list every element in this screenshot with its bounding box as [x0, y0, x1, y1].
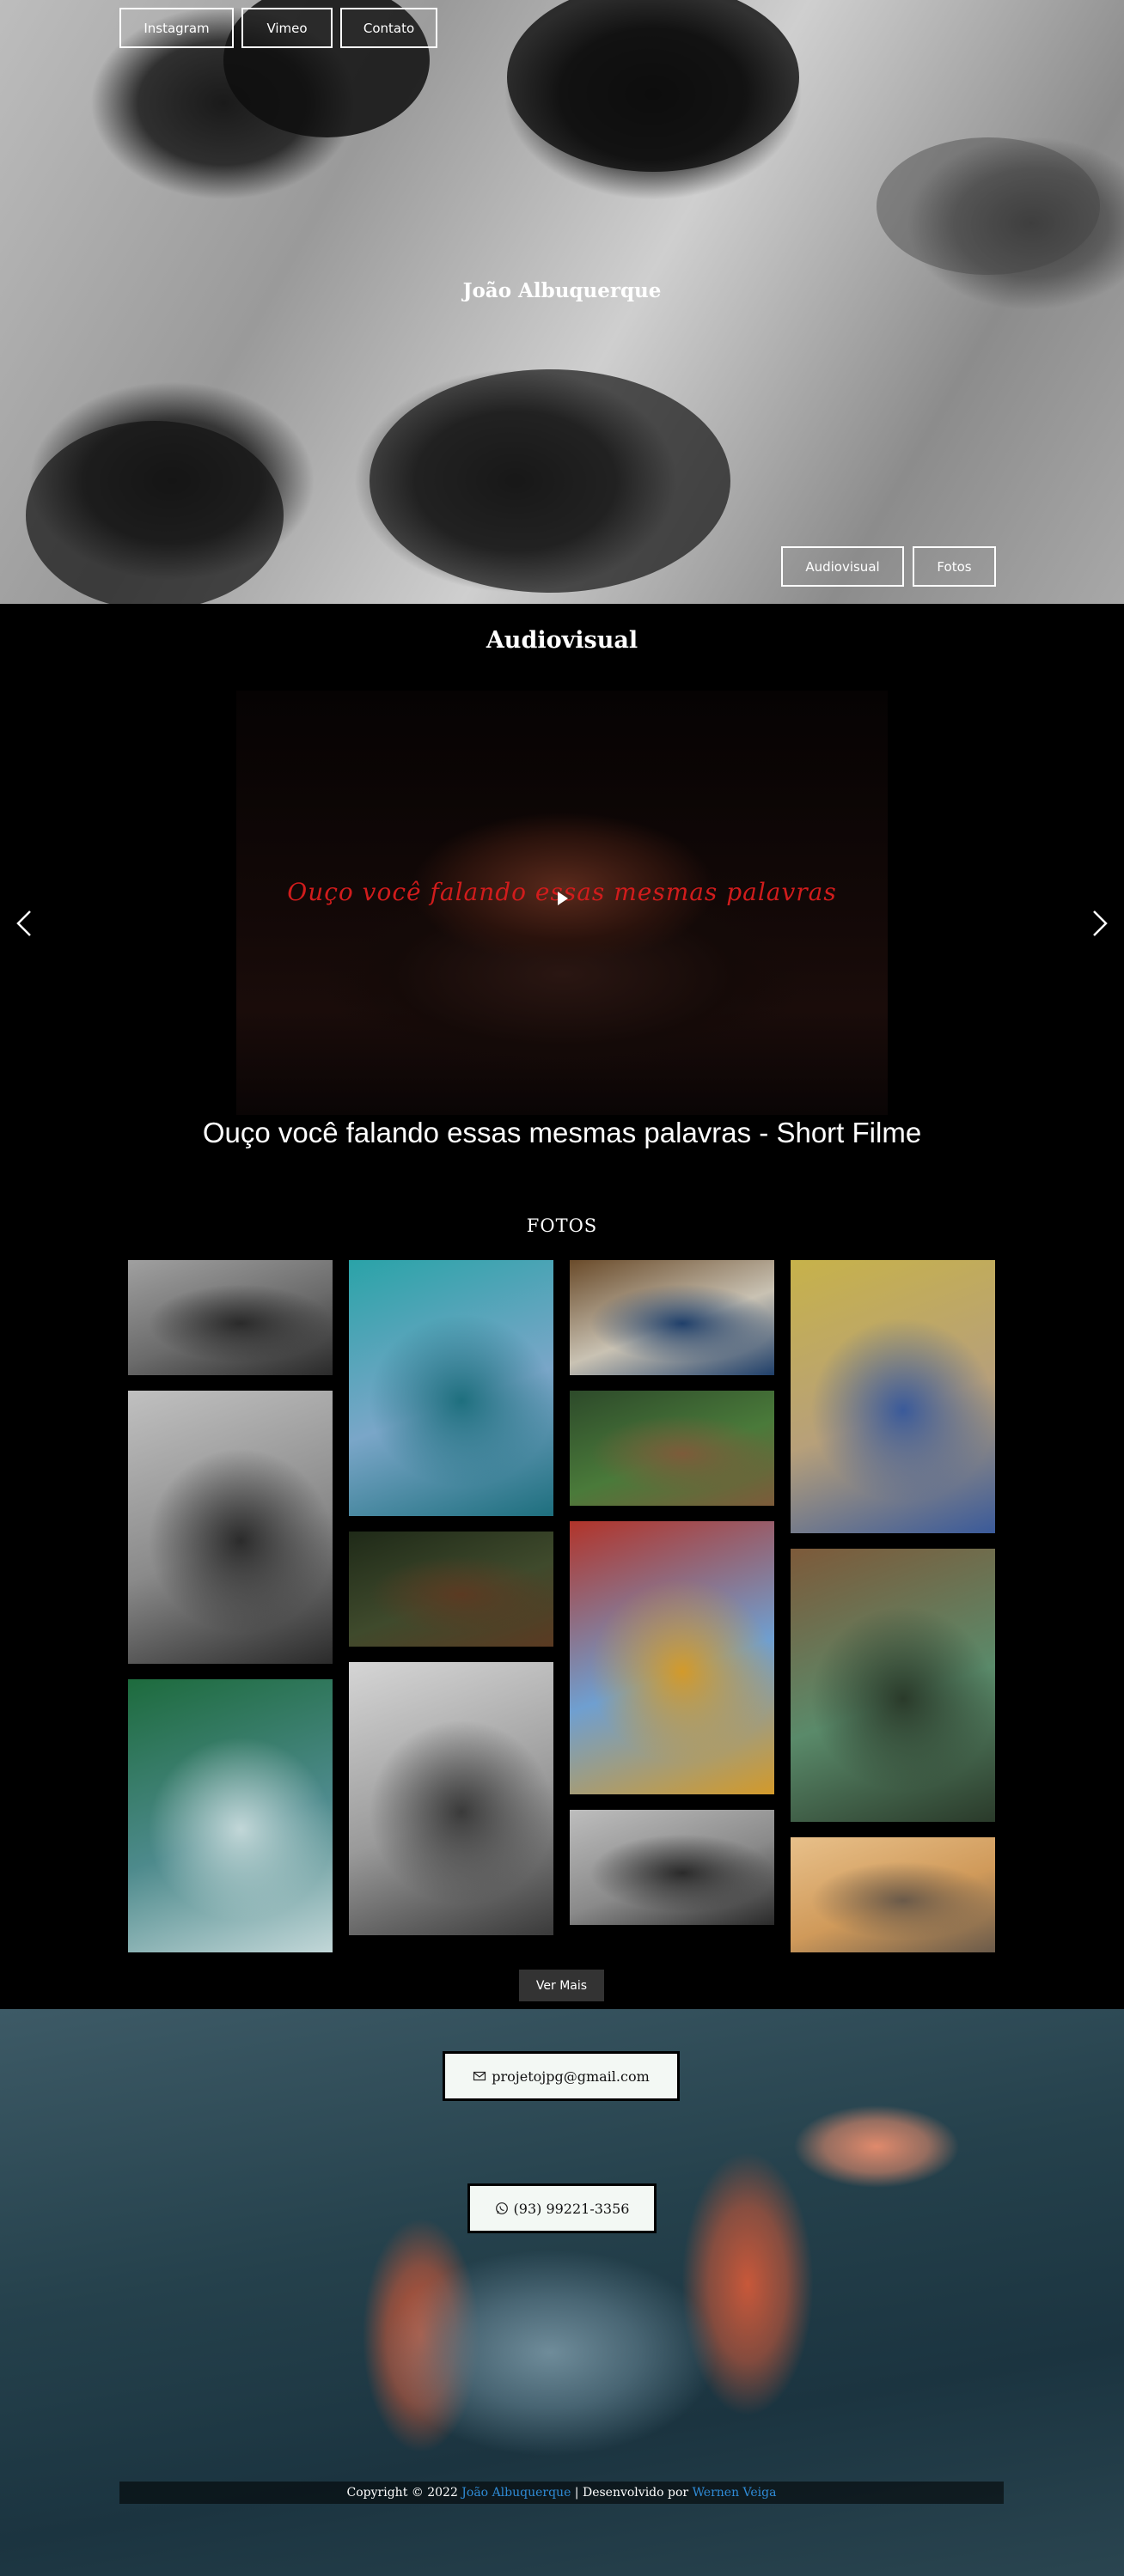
gallery-photo[interactable]: [570, 1810, 774, 1925]
vimeo-link[interactable]: Vimeo: [241, 8, 333, 48]
video-player[interactable]: Ouço você falando essas mesmas palavras: [236, 691, 888, 1115]
developer-prefix: | Desenvolvido por: [571, 2486, 693, 2500]
gallery-photo[interactable]: [128, 1391, 333, 1664]
hero-section-nav: Audiovisual Fotos: [781, 546, 996, 587]
carousel-prev-icon[interactable]: [11, 908, 37, 939]
footer: Copyright © 2022 João Albuquerque | Dese…: [119, 2482, 1004, 2504]
mail-icon: [473, 2071, 486, 2081]
audiovisual-title: Audiovisual: [486, 627, 638, 654]
gallery-photo[interactable]: [349, 1662, 553, 1935]
developer-link[interactable]: Wernen Veiga: [693, 2486, 777, 2500]
fotos-title: FOTOS: [526, 1215, 598, 1236]
audiovisual-button[interactable]: Audiovisual: [781, 546, 904, 587]
email-contact[interactable]: projetojpg@gmail.com: [443, 2051, 680, 2101]
gallery-photo[interactable]: [570, 1521, 774, 1794]
video-caption: Ouço você falando essas mesmas palavras …: [202, 1117, 922, 1148]
phone-text: (93) 99221-3356: [513, 2200, 630, 2217]
whatsapp-icon: [495, 2202, 508, 2214]
play-icon[interactable]: [558, 892, 568, 905]
gallery-photo[interactable]: [349, 1532, 553, 1647]
whatsapp-contact[interactable]: (93) 99221-3356: [467, 2183, 657, 2233]
gallery-photo[interactable]: [570, 1260, 774, 1375]
email-text: projetojpg@gmail.com: [492, 2067, 650, 2085]
owner-link[interactable]: João Albuquerque: [461, 2486, 571, 2500]
contato-link[interactable]: Contato: [340, 8, 437, 48]
gallery-photo[interactable]: [791, 1260, 995, 1533]
gallery-photo[interactable]: [570, 1391, 774, 1506]
gallery-photo[interactable]: [349, 1260, 553, 1516]
gallery-photo[interactable]: [128, 1679, 333, 1952]
hero-title: João Albuquerque: [462, 279, 662, 302]
contact-section: projetojpg@gmail.com (93) 99221-3356 Cop…: [0, 2009, 1124, 2576]
instagram-link[interactable]: Instagram: [119, 8, 234, 48]
top-nav: Instagram Vimeo Contato: [119, 8, 437, 48]
fotos-button[interactable]: Fotos: [913, 546, 996, 587]
carousel-next-icon[interactable]: [1087, 908, 1113, 939]
copyright-text: Copyright © 2022: [346, 2486, 462, 2500]
gallery-photo[interactable]: [791, 1837, 995, 1952]
gallery-photo[interactable]: [128, 1260, 333, 1375]
gallery-photo[interactable]: [791, 1549, 995, 1822]
ver-mais-button[interactable]: Ver Mais: [519, 1970, 604, 2001]
hero-section: Instagram Vimeo Contato João Albuquerque…: [0, 0, 1124, 604]
